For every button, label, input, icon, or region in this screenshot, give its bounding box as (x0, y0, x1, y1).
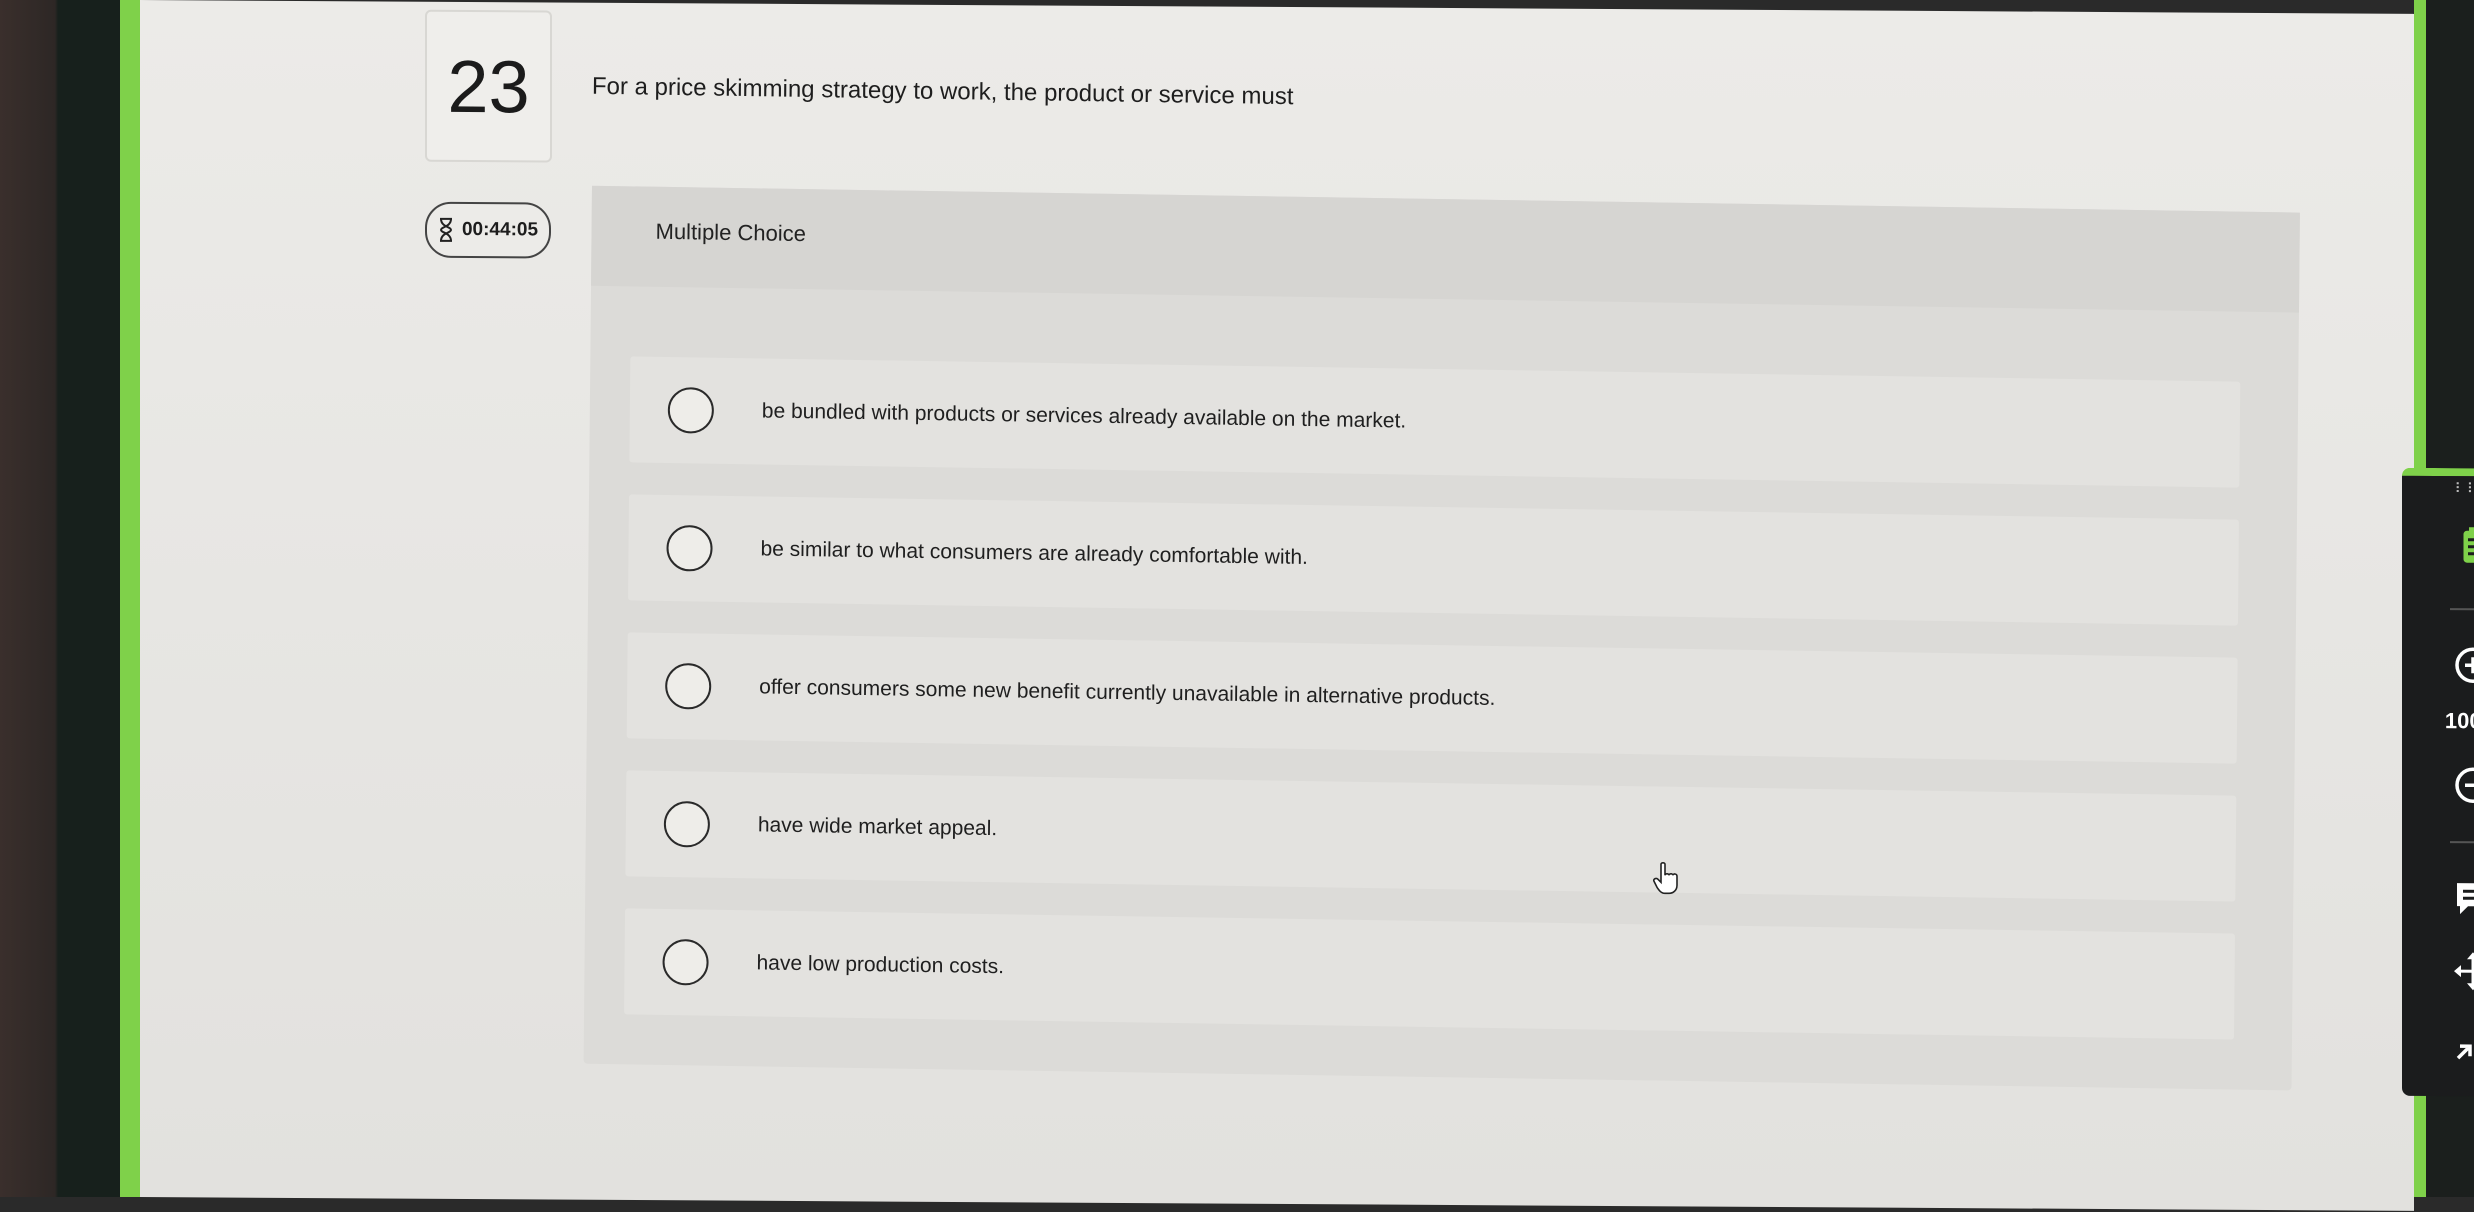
multiple-choice-header: Multiple Choice (591, 185, 2300, 313)
hand-cursor-icon (1653, 862, 1678, 895)
multiple-choice-panel: Multiple Choice be bundled with products… (583, 185, 2300, 1091)
answer-option-label: have low production costs. (756, 951, 1005, 979)
zoom-in-icon[interactable] (2402, 646, 2474, 685)
timer-value: 00:44:05 (461, 218, 539, 241)
answer-option-label: be similar to what consumers are already… (760, 537, 1309, 570)
toolbar-divider (2450, 608, 2474, 611)
timer[interactable]: 00:44:05 (425, 201, 551, 259)
answer-option-label: have wide market appeal. (757, 813, 998, 841)
multiple-choice-label: Multiple Choice (655, 218, 807, 247)
answer-option-2[interactable]: be similar to what consumers are already… (628, 494, 2239, 626)
radio-button[interactable] (662, 938, 709, 986)
answer-option-1[interactable]: be bundled with products or services alr… (629, 356, 2241, 488)
zoom-level-text: 100% (2444, 708, 2474, 734)
answer-option-3[interactable]: offer consumers some new benefit current… (626, 632, 2238, 764)
grip-icon[interactable]: ⠇⠇⠇ (2455, 480, 2474, 497)
answer-option-4[interactable]: have wide market appeal. (625, 770, 2237, 902)
radio-button[interactable] (664, 662, 712, 710)
answer-option-label: offer consumers some new benefit current… (759, 675, 1496, 710)
reader-toolbar: ⠇⠇⠇ 100% (2402, 467, 2474, 1097)
answer-option-label: be bundled with products or services alr… (761, 399, 1407, 433)
radio-button[interactable] (666, 524, 713, 572)
radio-button[interactable] (667, 386, 715, 434)
question-number: 23 (447, 44, 530, 128)
move-icon[interactable] (2402, 950, 2474, 993)
comment-icon[interactable] (2402, 880, 2474, 919)
collapse-icon[interactable] (2402, 1022, 2474, 1065)
zoom-out-icon[interactable] (2402, 766, 2474, 805)
hourglass-icon (438, 217, 454, 243)
battery-icon[interactable] (2402, 526, 2474, 565)
question-number-box: 23 (425, 9, 552, 163)
answer-option-5[interactable]: have low production costs. (624, 908, 2235, 1040)
toolbar-divider (2450, 841, 2474, 844)
zoom-level: 100% (2402, 708, 2474, 735)
quiz-screen: 23 For a price skimming strategy to work… (140, 0, 2474, 1211)
question-text: For a price skimming strategy to work, t… (591, 72, 1294, 111)
radio-button[interactable] (663, 800, 711, 848)
